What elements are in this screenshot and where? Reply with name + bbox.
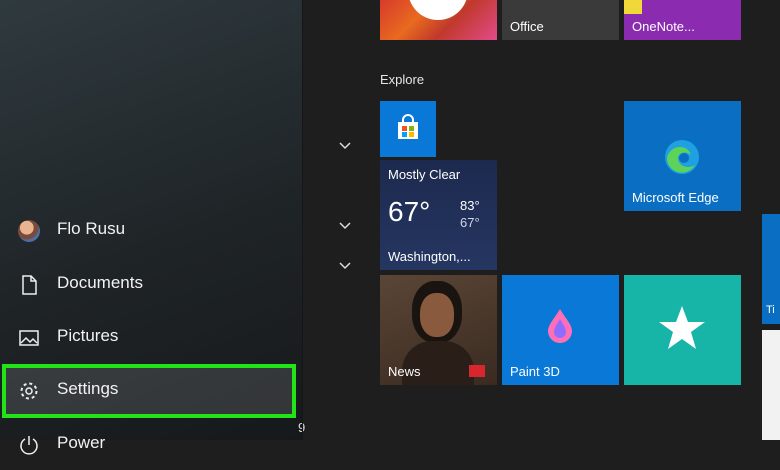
tile-microsoft-edge[interactable]: Microsoft Edge: [624, 101, 741, 211]
tile-partial-white[interactable]: [762, 330, 780, 440]
sidebar-item-pictures[interactable]: Pictures: [0, 311, 302, 363]
documents-label: Documents: [57, 273, 143, 292]
office-label: Office: [510, 19, 544, 34]
paint-3d-label: Paint 3D: [510, 364, 560, 379]
weather-low: 67°: [460, 215, 480, 230]
paint-drop-icon: [548, 309, 572, 343]
section-header-explore: Explore: [380, 72, 425, 87]
avatar: [18, 220, 40, 242]
chevron-down-icon[interactable]: [338, 220, 352, 232]
chevron-down-icon[interactable]: [338, 260, 352, 272]
partial-tile-label: Ti: [766, 304, 775, 316]
sidebar-item-power[interactable]: Power: [0, 418, 302, 470]
document-icon: [22, 275, 37, 295]
sidebar-item-settings[interactable]: Settings: [0, 364, 302, 416]
user-name-label: Flo Rusu: [57, 219, 126, 238]
weather-high: 83°: [460, 198, 480, 213]
edge-label: Microsoft Edge: [632, 190, 719, 205]
tile-partial-right[interactable]: Ti: [762, 214, 780, 324]
weather-temperature: 67°: [388, 196, 431, 227]
onenote-icon: [624, 0, 642, 14]
tile-paint-3d[interactable]: Paint 3D: [502, 275, 619, 385]
tile-onenote[interactable]: OneNote...: [624, 0, 741, 40]
onenote-label: OneNote...: [632, 19, 695, 34]
start-sidebar: Flo Rusu Documents Pictures Settings Pow…: [0, 0, 302, 455]
power-icon: [20, 436, 38, 455]
gear-icon: [20, 382, 38, 400]
news-icon: [469, 365, 485, 377]
star-icon: [659, 306, 705, 349]
tile-news[interactable]: News: [380, 275, 497, 385]
tile-colorful-app[interactable]: [380, 0, 497, 40]
app-logo-icon: [408, 0, 468, 20]
sidebar-divider: [302, 0, 303, 440]
weather-condition: Mostly Clear: [388, 167, 461, 182]
sidebar-item-documents[interactable]: Documents: [0, 258, 302, 310]
power-label: Power: [57, 433, 106, 452]
news-photo-face: [420, 293, 454, 337]
tile-weather[interactable]: Mostly Clear 67° 83° 67° Washington,...: [380, 160, 497, 270]
weather-city: Washington,...: [388, 249, 471, 264]
pictures-label: Pictures: [57, 326, 119, 345]
tile-star-app[interactable]: [624, 275, 741, 385]
chevron-down-icon[interactable]: [338, 140, 352, 152]
tile-microsoft-store[interactable]: [380, 101, 436, 157]
settings-label: Settings: [57, 379, 119, 398]
sidebar-item-user[interactable]: Flo Rusu: [0, 204, 302, 256]
edge-logo-icon: [665, 140, 699, 174]
tile-office[interactable]: Office: [502, 0, 619, 40]
store-bag-icon: [398, 114, 418, 139]
pictures-icon: [19, 330, 39, 346]
news-label: News: [388, 364, 421, 379]
